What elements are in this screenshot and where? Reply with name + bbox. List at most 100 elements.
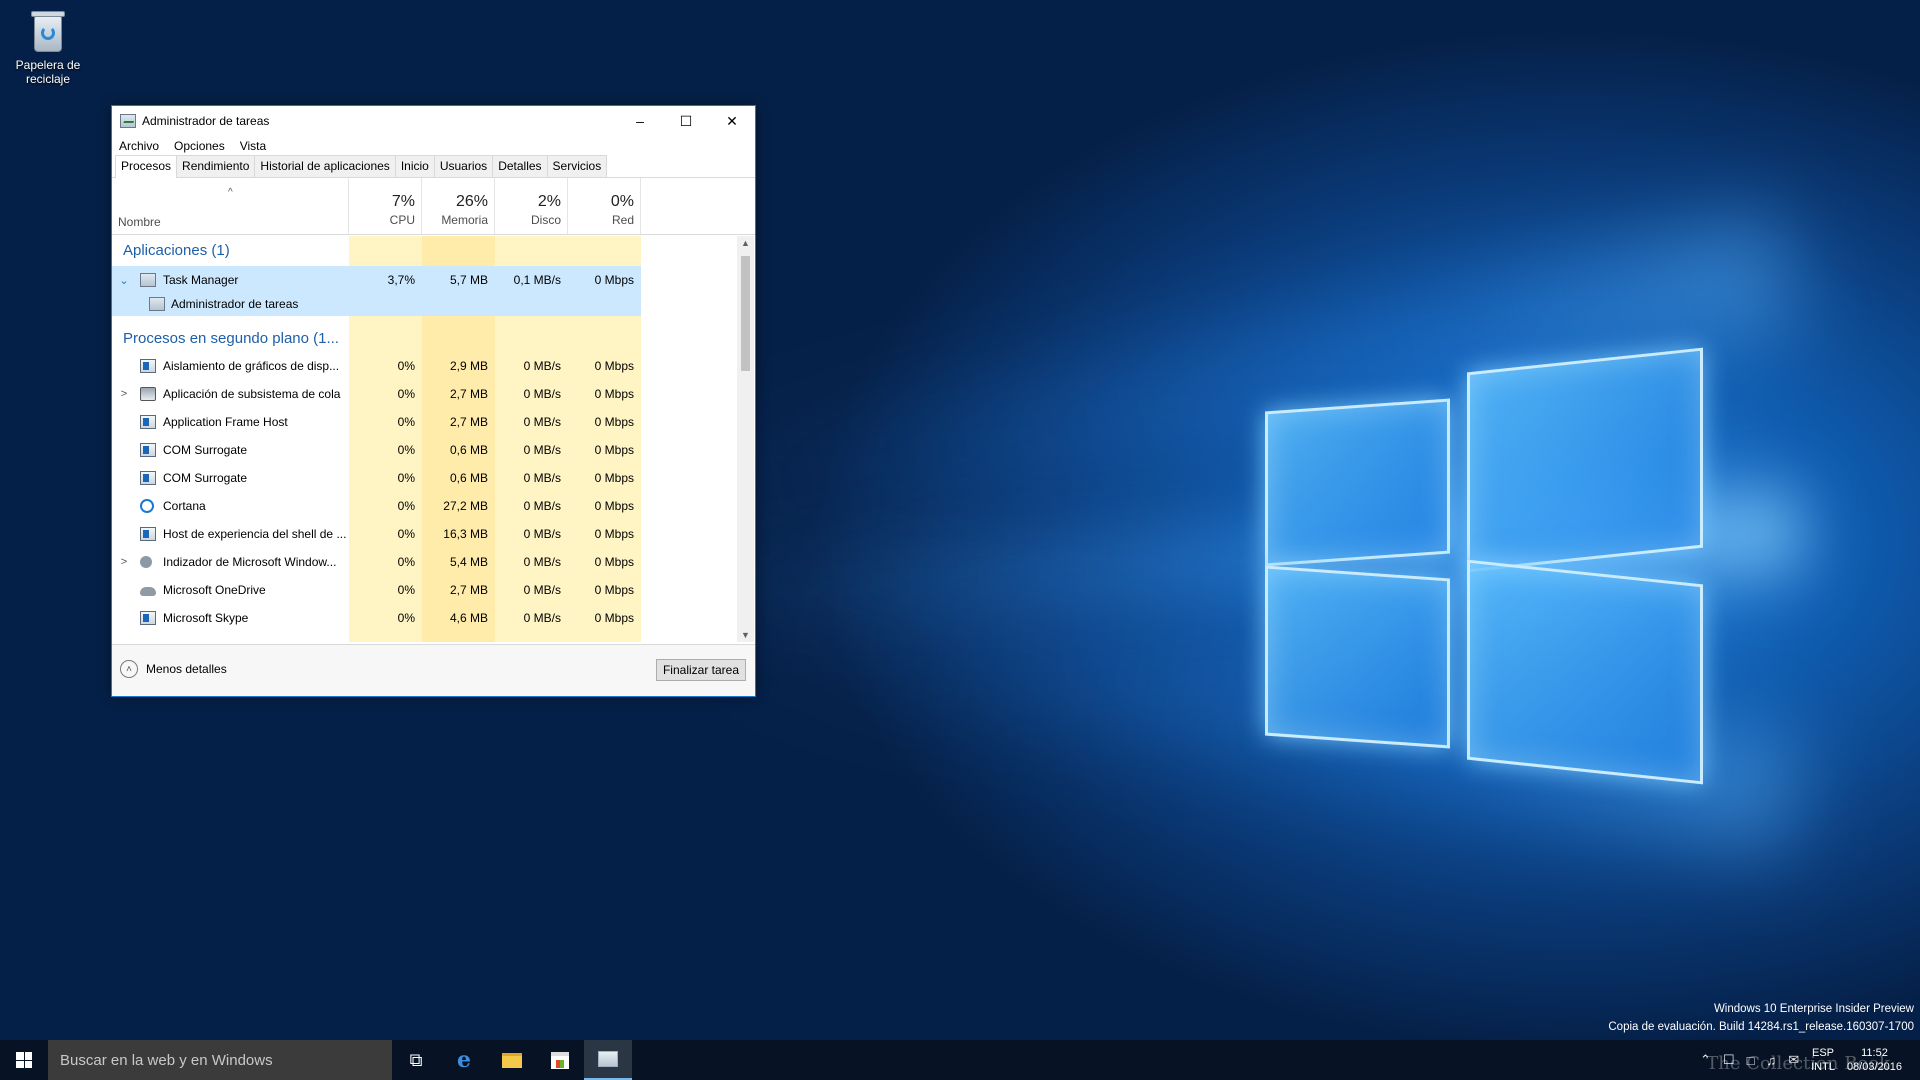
menu-vista[interactable]: Vista — [240, 139, 266, 153]
chevron-right-icon[interactable]: > — [118, 556, 130, 568]
column-header-memory[interactable]: 26% Memoria — [422, 178, 495, 234]
tab-procesos[interactable]: Procesos — [115, 155, 178, 178]
tab-detalles[interactable]: Detalles — [492, 155, 548, 177]
edge-icon: e — [457, 1047, 471, 1073]
memory-value: 0,6 MB — [449, 471, 488, 485]
table-row-child[interactable]: Administrador de tareas — [112, 292, 641, 316]
column-headers: ^ Nombre 7% CPU 26% Memoria 2% Disco 0% … — [112, 178, 755, 235]
column-header-disk[interactable]: 2% Disco — [495, 178, 568, 234]
scroll-down-icon[interactable]: ▼ — [737, 630, 754, 640]
scroll-up-icon[interactable]: ▲ — [737, 238, 754, 248]
cpu-value: 0% — [397, 499, 415, 513]
recycle-bin-icon — [28, 8, 68, 54]
cpu-value: 0% — [397, 527, 415, 541]
network-value: 0 Mbps — [594, 555, 634, 569]
task-manager-icon — [598, 1051, 618, 1067]
cpu-value: 0% — [397, 583, 415, 597]
process-list: Aplicaciones (1) ⌄ Task Manager 3,7% 5,7… — [112, 236, 757, 642]
footer-bar: ˄ Menos detalles Finalizar tarea — [112, 644, 755, 696]
column-header-name[interactable]: ^ Nombre — [118, 178, 349, 234]
process-name: Microsoft Skype — [163, 611, 249, 625]
menu-bar: Archivo Opciones Vista — [112, 136, 755, 156]
network-value: 0 Mbps — [594, 527, 634, 541]
chevron-down-icon[interactable]: ⌄ — [118, 274, 130, 287]
title-bar[interactable]: Administrador de tareas – ☐ ✕ — [112, 106, 755, 136]
network-value: 0 Mbps — [594, 387, 634, 401]
memory-value: 5,4 MB — [449, 555, 488, 569]
table-row[interactable]: Cortana 0% 27,2 MB 0 MB/s 0 Mbps — [112, 492, 638, 520]
close-button[interactable]: ✕ — [709, 106, 755, 136]
cpu-value: 0% — [397, 555, 415, 569]
process-name: COM Surrogate — [163, 443, 248, 457]
network-value: 0 Mbps — [594, 415, 634, 429]
process-name: Host de experiencia del shell de ... — [163, 527, 347, 541]
end-task-button[interactable]: Finalizar tarea — [655, 659, 746, 681]
disk-value: 0 MB/s — [523, 359, 561, 373]
recycle-bin-desktop-icon[interactable]: Papelera de reciclaje — [10, 8, 86, 86]
cloud-icon — [140, 587, 156, 596]
process-name: COM Surrogate — [163, 471, 248, 485]
disk-value: 0 MB/s — [523, 387, 561, 401]
process-name: Aislamiento de gráficos de disp... — [163, 359, 340, 373]
store-icon — [551, 1051, 569, 1069]
minimize-button[interactable]: – — [617, 106, 663, 136]
tab-historial[interactable]: Historial de aplicaciones — [254, 155, 396, 177]
menu-opciones[interactable]: Opciones — [174, 139, 225, 153]
memory-value: 16,3 MB — [443, 527, 488, 541]
table-row[interactable]: COM Surrogate 0% 0,6 MB 0 MB/s 0 Mbps — [112, 464, 638, 492]
cpu-value: 0% — [397, 415, 415, 429]
disk-value: 0 MB/s — [523, 415, 561, 429]
tab-rendimiento[interactable]: Rendimiento — [176, 155, 256, 177]
tab-servicios[interactable]: Servicios — [546, 155, 608, 177]
chevron-right-icon[interactable]: > — [118, 388, 130, 400]
user-icon — [140, 556, 152, 568]
taskbar: Buscar en la web y en Windows ⧉ e ⌃ ☐ □ … — [0, 1040, 1920, 1080]
edge-taskbar-button[interactable]: e — [440, 1040, 488, 1080]
fewer-details-button[interactable]: ˄ Menos detalles — [120, 660, 227, 678]
memory-value: 2,7 MB — [449, 415, 488, 429]
app-window-icon — [140, 471, 156, 485]
menu-archivo[interactable]: Archivo — [119, 139, 159, 153]
column-header-network[interactable]: 0% Red — [568, 178, 641, 234]
column-header-cpu[interactable]: 7% CPU — [349, 178, 422, 234]
table-row[interactable]: Microsoft Skype 0% 4,6 MB 0 MB/s 0 Mbps — [112, 604, 638, 632]
window-title: Administrador de tareas — [142, 114, 270, 128]
group-header-apps: Aplicaciones (1) — [123, 241, 230, 259]
tab-inicio[interactable]: Inicio — [394, 155, 435, 177]
table-row[interactable]: Application Frame Host 0% 2,7 MB 0 MB/s 0 Mb… — [112, 408, 638, 436]
disk-value: 0 MB/s — [523, 499, 561, 513]
printer-icon — [140, 387, 156, 401]
maximize-button[interactable]: ☐ — [663, 106, 709, 136]
search-input[interactable]: Buscar en la web y en Windows — [48, 1040, 392, 1080]
disk-value: 0 MB/s — [523, 611, 561, 625]
memory-value: 27,2 MB — [443, 499, 488, 513]
disk-value: 0 MB/s — [523, 471, 561, 485]
table-row[interactable]: Microsoft OneDrive 0% 2,7 MB 0 MB/s 0 Mbps — [112, 576, 638, 604]
table-row[interactable]: > Aplicación de subsistema de cola 0% 2,7 M… — [112, 380, 638, 408]
table-row[interactable]: > Indizador de Microsoft Window... 0% 5,4 M… — [112, 548, 638, 576]
sort-arrow-icon: ^ — [228, 187, 233, 198]
build-watermark: Windows 10 Enterprise Insider Preview Co… — [1608, 1003, 1914, 1033]
scrollbar-thumb[interactable] — [741, 256, 750, 371]
disk-value: 0 MB/s — [523, 555, 561, 569]
task-manager-taskbar-button[interactable] — [584, 1040, 632, 1080]
tab-strip: Procesos Rendimiento Historial de aplica… — [112, 155, 755, 178]
file-explorer-taskbar-button[interactable] — [488, 1040, 536, 1080]
vertical-scrollbar[interactable]: ▲ ▼ — [737, 236, 754, 642]
tab-usuarios[interactable]: Usuarios — [433, 155, 494, 177]
table-row[interactable]: Aislamiento de gráficos de disp... 0% 2,9 … — [112, 352, 638, 380]
table-row[interactable]: ⌄ Task Manager 3,7% 5,7 MB 0,1 MB/s 0 Mb… — [112, 266, 641, 294]
store-taskbar-button[interactable] — [536, 1040, 584, 1080]
task-manager-icon — [149, 297, 165, 311]
chevron-up-icon: ˄ — [120, 660, 138, 678]
table-row[interactable]: Host de experiencia del shell de ... 0% 16… — [112, 520, 638, 548]
app-window-icon — [140, 611, 156, 625]
app-window-icon — [140, 415, 156, 429]
task-view-button[interactable]: ⧉ — [392, 1040, 440, 1080]
cortana-icon — [140, 499, 154, 513]
start-button[interactable] — [0, 1040, 48, 1080]
task-view-icon: ⧉ — [409, 1049, 423, 1070]
windows-logo-icon — [16, 1052, 32, 1068]
table-row[interactable]: COM Surrogate 0% 0,6 MB 0 MB/s 0 Mbps — [112, 436, 638, 464]
app-window-icon — [140, 359, 156, 373]
